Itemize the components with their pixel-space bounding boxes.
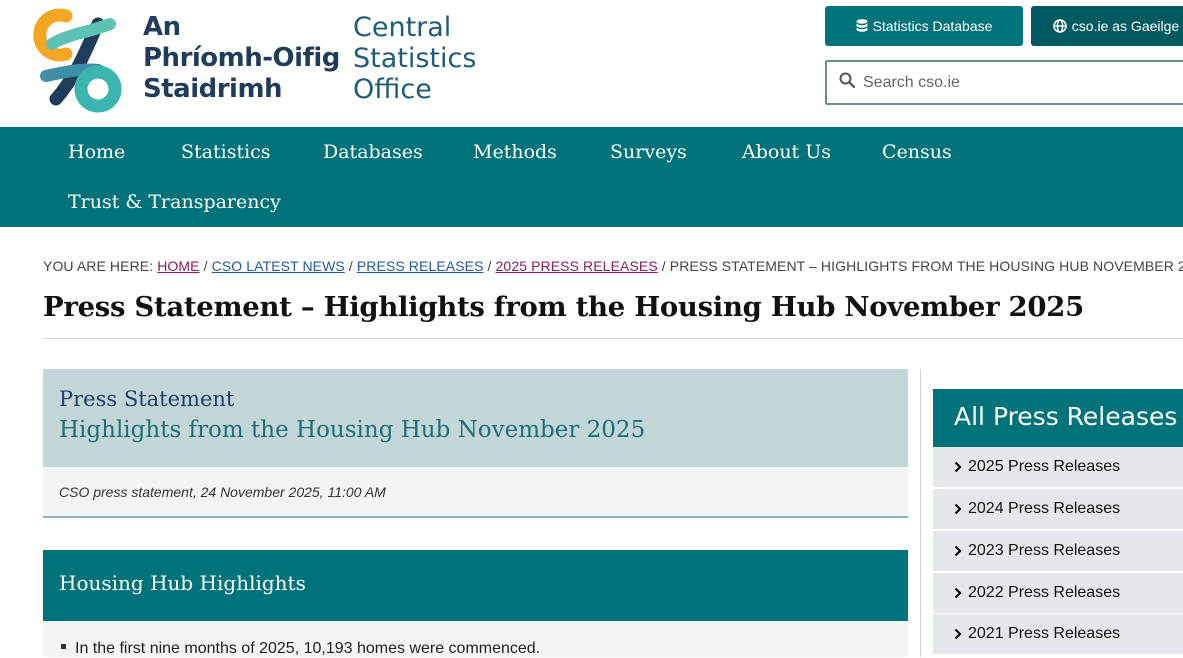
globe-icon <box>1052 19 1067 33</box>
column-divider <box>920 369 921 657</box>
gaeilge-label: cso.ie as Gaeilge <box>1071 18 1180 34</box>
chevron-right-icon <box>954 503 962 515</box>
database-icon <box>856 19 868 33</box>
highlights-list: In the first nine months of 2025, 10,193… <box>43 621 908 657</box>
site-header: An Phríomh-Oifig Staidrimh Central Stati… <box>0 0 1183 127</box>
chevron-right-icon <box>954 628 962 640</box>
nav-item-trust-transparency[interactable]: Trust & Transparency <box>68 191 281 213</box>
breadcrumb-2025-press-releases-link[interactable]: 2025 PRESS RELEASES <box>496 258 658 274</box>
title-divider <box>43 338 1183 339</box>
brand-ga-line: Staidrimh <box>143 74 283 104</box>
breadcrumb-home-link[interactable]: HOME <box>157 258 199 274</box>
sidebar-item-label: 2025 Press Releases <box>968 458 1121 475</box>
sidebar-title: All Press Releases <box>954 402 1178 431</box>
nav-item-statistics[interactable]: Statistics <box>181 141 271 163</box>
sidebar-item-label: 2023 Press Releases <box>968 542 1121 559</box>
gaeilge-button[interactable]: cso.ie as Gaeilge <box>1031 6 1183 46</box>
press-statement-date: CSO press statement, 24 November 2025, 1… <box>59 484 386 500</box>
nav-item-about-us[interactable]: About Us <box>742 141 831 163</box>
search-input[interactable] <box>861 72 1183 93</box>
press-statement-subtitle: Highlights from the Housing Hub November… <box>59 417 646 443</box>
sidebar-item-2023-press-releases[interactable]: 2023 Press Releases <box>933 531 1183 572</box>
sidebar-header: All Press Releases <box>933 389 1183 447</box>
breadcrumb-current: PRESS STATEMENT – HIGHLIGHTS FROM THE HO… <box>669 258 1183 274</box>
brand-en-line: Office <box>353 74 432 105</box>
chevron-right-icon <box>954 461 962 473</box>
nav-item-databases[interactable]: Databases <box>323 141 423 163</box>
press-statement-header: Press Statement Highlights from the Hous… <box>43 369 908 467</box>
chevron-right-icon <box>954 545 962 557</box>
sidebar-item-label: 2021 Press Releases <box>968 625 1121 642</box>
breadcrumb-separator: / <box>203 258 208 274</box>
nav-item-surveys[interactable]: Surveys <box>610 141 687 163</box>
nav-item-home[interactable]: Home <box>68 141 125 163</box>
breadcrumb-separator: / <box>487 258 492 274</box>
press-statement-label: Press Statement <box>59 387 235 411</box>
sidebar-item-2025-press-releases[interactable]: 2025 Press Releases <box>933 447 1183 488</box>
sidebar-item-2021-press-releases[interactable]: 2021 Press Releases <box>933 614 1183 655</box>
brand-ga-line: An <box>143 12 181 42</box>
search-box <box>825 60 1183 105</box>
breadcrumb: YOU ARE HERE: HOME / CSO LATEST NEWS / P… <box>43 258 1183 274</box>
sidebar-item-2022-press-releases[interactable]: 2022 Press Releases <box>933 573 1183 614</box>
brand-en-line: Central <box>353 12 452 43</box>
breadcrumb-separator: / <box>348 258 353 274</box>
brand-ga-line: Phríomh-Oifig <box>143 43 340 73</box>
nav-item-census[interactable]: Census <box>882 141 952 163</box>
breadcrumb-press-releases-link[interactable]: PRESS RELEASES <box>357 258 484 274</box>
brand-name-irish: An Phríomh-Oifig Staidrimh <box>143 12 340 105</box>
breadcrumb-prefix: YOU ARE HERE: <box>43 258 154 274</box>
list-item: In the first nine months of 2025, 10,193… <box>61 640 540 658</box>
brand-name-english: Central Statistics Office <box>353 12 476 105</box>
cso-logo-icon[interactable] <box>28 4 126 116</box>
main-navigation: Home Statistics Databases Methods Survey… <box>0 127 1183 227</box>
search-icon[interactable] <box>839 72 856 93</box>
chevron-right-icon <box>954 587 962 599</box>
statistics-database-button[interactable]: Statistics Database <box>825 6 1023 46</box>
sidebar-item-2024-press-releases[interactable]: 2024 Press Releases <box>933 489 1183 530</box>
nav-item-methods[interactable]: Methods <box>473 141 557 163</box>
sidebar-item-label: 2024 Press Releases <box>968 500 1121 517</box>
breadcrumb-latest-news-link[interactable]: CSO LATEST NEWS <box>212 258 345 274</box>
sidebar-item-label: 2022 Press Releases <box>968 584 1121 601</box>
brand-en-line: Statistics <box>353 43 477 74</box>
statistics-database-label: Statistics Database <box>872 18 993 34</box>
housing-hub-highlights-title: Housing Hub Highlights <box>59 571 306 595</box>
breadcrumb-separator: / <box>661 258 666 274</box>
housing-hub-highlights-header: Housing Hub Highlights <box>43 550 908 621</box>
page-title: Press Statement – Highlights from the Ho… <box>43 291 1084 323</box>
press-statement-meta: CSO press statement, 24 November 2025, 1… <box>43 467 908 518</box>
